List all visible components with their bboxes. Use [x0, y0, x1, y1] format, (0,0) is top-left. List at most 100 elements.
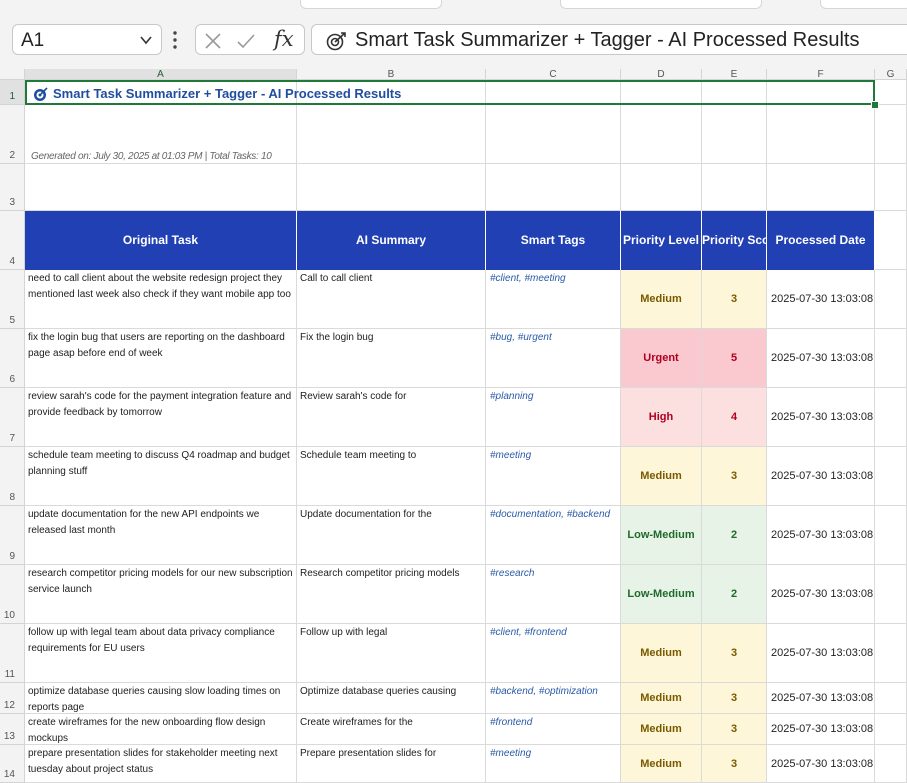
processed-date-cell[interactable]: 2025-07-30 13:03:08: [767, 329, 875, 388]
priority-level-cell[interactable]: Medium: [621, 745, 702, 783]
row-header-6[interactable]: 6: [0, 329, 25, 388]
priority-level-cell[interactable]: Medium: [621, 624, 702, 683]
column-header-c[interactable]: C: [486, 69, 621, 80]
priority-score-cell[interactable]: 3: [702, 745, 767, 783]
priority-score-cell[interactable]: 3: [702, 270, 767, 329]
empty-cell[interactable]: [486, 105, 621, 164]
ai-summary-cell[interactable]: Create wireframes for the: [297, 714, 486, 745]
priority-level-cell[interactable]: Medium: [621, 270, 702, 329]
empty-cell[interactable]: [702, 105, 767, 164]
smart-tags-cell[interactable]: #meeting: [486, 745, 621, 783]
processed-date-cell[interactable]: 2025-07-30 13:03:08: [767, 683, 875, 714]
ai-summary-cell[interactable]: Research competitor pricing models: [297, 565, 486, 624]
header-cell[interactable]: Priority Level: [621, 211, 702, 270]
processed-date-cell[interactable]: 2025-07-30 13:03:08: [767, 714, 875, 745]
row-header-8[interactable]: 8: [0, 447, 25, 506]
priority-score-cell[interactable]: 5: [702, 329, 767, 388]
column-header-b[interactable]: B: [297, 69, 486, 80]
smart-tags-cell[interactable]: #frontend: [486, 714, 621, 745]
row-header-5[interactable]: 5: [0, 270, 25, 329]
smart-tags-cell[interactable]: #meeting: [486, 447, 621, 506]
original-task-cell[interactable]: research competitor pricing models for o…: [25, 565, 297, 624]
empty-cell[interactable]: [875, 105, 907, 164]
empty-cell[interactable]: [875, 714, 907, 745]
close-icon[interactable]: [204, 32, 222, 50]
select-all-corner[interactable]: [0, 69, 25, 80]
smart-tags-cell[interactable]: #planning: [486, 388, 621, 447]
ai-summary-cell[interactable]: Review sarah's code for: [297, 388, 486, 447]
empty-cell[interactable]: [875, 506, 907, 565]
ai-summary-cell[interactable]: Prepare presentation slides for: [297, 745, 486, 783]
priority-level-cell[interactable]: Low-Medium: [621, 565, 702, 624]
original-task-cell[interactable]: review sarah's code for the payment inte…: [25, 388, 297, 447]
processed-date-cell[interactable]: 2025-07-30 13:03:08: [767, 745, 875, 783]
empty-cell[interactable]: [875, 388, 907, 447]
column-header-f[interactable]: F: [767, 69, 875, 80]
priority-level-cell[interactable]: Medium: [621, 683, 702, 714]
row-header-3[interactable]: 3: [0, 164, 25, 211]
header-cell[interactable]: Processed Date: [767, 211, 875, 270]
empty-cell[interactable]: [875, 565, 907, 624]
empty-cell[interactable]: [621, 105, 702, 164]
empty-cell[interactable]: [875, 745, 907, 783]
row-header-4[interactable]: 4: [0, 211, 25, 270]
processed-date-cell[interactable]: 2025-07-30 13:03:08: [767, 506, 875, 565]
column-header-e[interactable]: E: [702, 69, 767, 80]
priority-score-cell[interactable]: 4: [702, 388, 767, 447]
row-header-10[interactable]: 10: [0, 565, 25, 624]
processed-date-cell[interactable]: 2025-07-30 13:03:08: [767, 624, 875, 683]
processed-date-cell[interactable]: 2025-07-30 13:03:08: [767, 270, 875, 329]
insert-function-button[interactable]: fx: [274, 27, 294, 51]
priority-level-cell[interactable]: Medium: [621, 714, 702, 745]
fill-handle[interactable]: [871, 101, 879, 109]
formula-input[interactable]: Smart Task Summarizer + Tagger - AI Proc…: [311, 24, 907, 55]
empty-cell[interactable]: [486, 164, 621, 211]
empty-cell[interactable]: [297, 105, 486, 164]
chevron-down-icon[interactable]: [139, 33, 153, 47]
smart-tags-cell[interactable]: #client, #frontend: [486, 624, 621, 683]
header-cell[interactable]: AI Summary: [297, 211, 486, 270]
priority-level-cell[interactable]: Low-Medium: [621, 506, 702, 565]
original-task-cell[interactable]: optimize database queries causing slow l…: [25, 683, 297, 714]
empty-cell[interactable]: [875, 624, 907, 683]
header-cell[interactable]: Smart Tags: [486, 211, 621, 270]
ai-summary-cell[interactable]: Optimize database queries causing: [297, 683, 486, 714]
smart-tags-cell[interactable]: #client, #meeting: [486, 270, 621, 329]
column-header-a[interactable]: A: [25, 69, 297, 80]
empty-cell[interactable]: [875, 683, 907, 714]
row-header-13[interactable]: 13: [0, 714, 25, 745]
title-cell-a1[interactable]: Smart Task Summarizer + Tagger - AI Proc…: [25, 80, 875, 105]
smart-tags-cell[interactable]: #documentation, #backend: [486, 506, 621, 565]
row-header-12[interactable]: 12: [0, 683, 25, 714]
empty-cell[interactable]: [767, 105, 875, 164]
empty-cell[interactable]: [621, 164, 702, 211]
processed-date-cell[interactable]: 2025-07-30 13:03:08: [767, 388, 875, 447]
row-header-7[interactable]: 7: [0, 388, 25, 447]
priority-level-cell[interactable]: Urgent: [621, 329, 702, 388]
name-box[interactable]: A1: [12, 24, 162, 55]
processed-date-cell[interactable]: 2025-07-30 13:03:08: [767, 565, 875, 624]
smart-tags-cell[interactable]: #bug, #urgent: [486, 329, 621, 388]
empty-cell[interactable]: [767, 164, 875, 211]
original-task-cell[interactable]: update documentation for the new API end…: [25, 506, 297, 565]
empty-cell[interactable]: [875, 329, 907, 388]
empty-cell[interactable]: [875, 447, 907, 506]
row-header-1[interactable]: 1: [0, 80, 25, 105]
priority-score-cell[interactable]: 3: [702, 624, 767, 683]
header-cell[interactable]: Priority Score: [702, 211, 767, 270]
empty-cell[interactable]: [702, 164, 767, 211]
row-header-2[interactable]: 2: [0, 105, 25, 164]
column-header-g[interactable]: G: [875, 69, 907, 80]
empty-cell[interactable]: [875, 80, 907, 105]
original-task-cell[interactable]: create wireframes for the new onboarding…: [25, 714, 297, 745]
more-options-icon[interactable]: [172, 30, 178, 50]
ai-summary-cell[interactable]: Fix the login bug: [297, 329, 486, 388]
original-task-cell[interactable]: need to call client about the website re…: [25, 270, 297, 329]
ai-summary-cell[interactable]: Follow up with legal: [297, 624, 486, 683]
priority-level-cell[interactable]: High: [621, 388, 702, 447]
processed-date-cell[interactable]: 2025-07-30 13:03:08: [767, 447, 875, 506]
smart-tags-cell[interactable]: #research: [486, 565, 621, 624]
priority-score-cell[interactable]: 2: [702, 506, 767, 565]
smart-tags-cell[interactable]: #backend, #optimization: [486, 683, 621, 714]
priority-score-cell[interactable]: 3: [702, 447, 767, 506]
